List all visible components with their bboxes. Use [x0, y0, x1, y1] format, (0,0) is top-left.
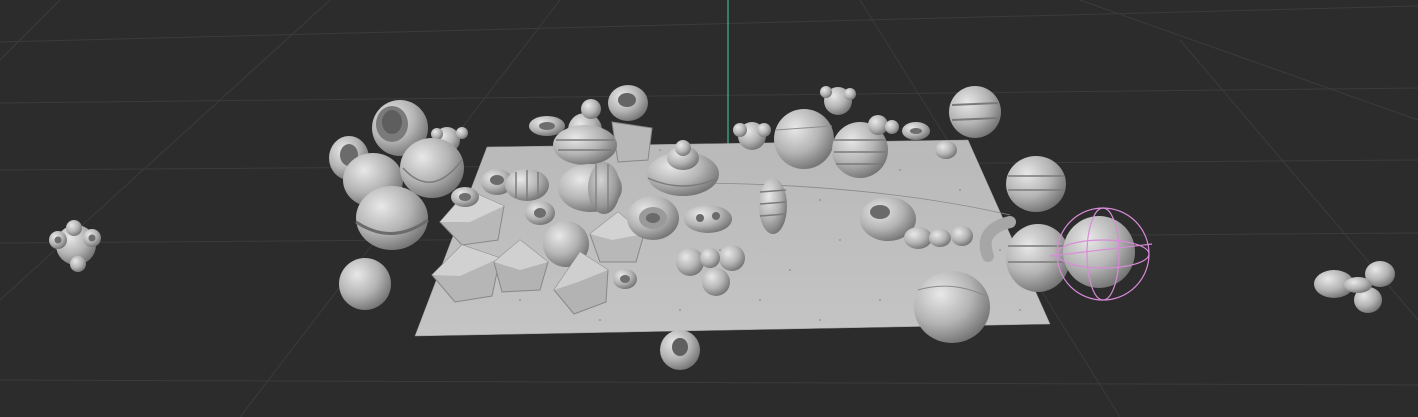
link-chain-2[interactable]: [684, 205, 732, 233]
jack-small-5[interactable]: [868, 115, 899, 135]
small-wedge-1[interactable]: [935, 141, 957, 159]
ring-medium-1[interactable]: [627, 196, 679, 240]
3d-viewport[interactable]: [0, 0, 1418, 417]
viewport-canvas[interactable]: [0, 0, 1418, 417]
ring-small-1[interactable]: [451, 187, 479, 207]
sphere-selected[interactable]: [1063, 216, 1135, 288]
ribbed-cone-1[interactable]: [759, 178, 787, 234]
dumbbell-object-right[interactable]: [1314, 261, 1395, 313]
ribbed-stack-1[interactable]: [1006, 224, 1070, 292]
ribbed-capsule-1[interactable]: [505, 169, 549, 201]
jack-small-4[interactable]: [820, 86, 856, 115]
ring-small-2[interactable]: [613, 269, 637, 289]
cube-rounded-1[interactable]: [611, 121, 653, 163]
sphere-plain-1[interactable]: [339, 258, 391, 310]
cube-rounded-2[interactable]: [774, 109, 834, 169]
link-chain-3[interactable]: [902, 122, 930, 140]
hemisphere-1[interactable]: [400, 138, 464, 198]
cube-rounded-3[interactable]: [914, 271, 990, 343]
ribbed-cylinder-1[interactable]: [553, 125, 617, 165]
link-ring-front[interactable]: [660, 330, 700, 370]
ring-small-3[interactable]: [525, 201, 555, 225]
sphere-ringed-1[interactable]: [355, 186, 429, 250]
ribbed-spool-1[interactable]: [949, 86, 1001, 138]
tube-ring-3[interactable]: [608, 85, 648, 121]
ribbed-cylinder-3[interactable]: [1006, 156, 1066, 212]
capsule-chain-1[interactable]: [904, 226, 973, 249]
jack-object-left[interactable]: [49, 220, 101, 272]
